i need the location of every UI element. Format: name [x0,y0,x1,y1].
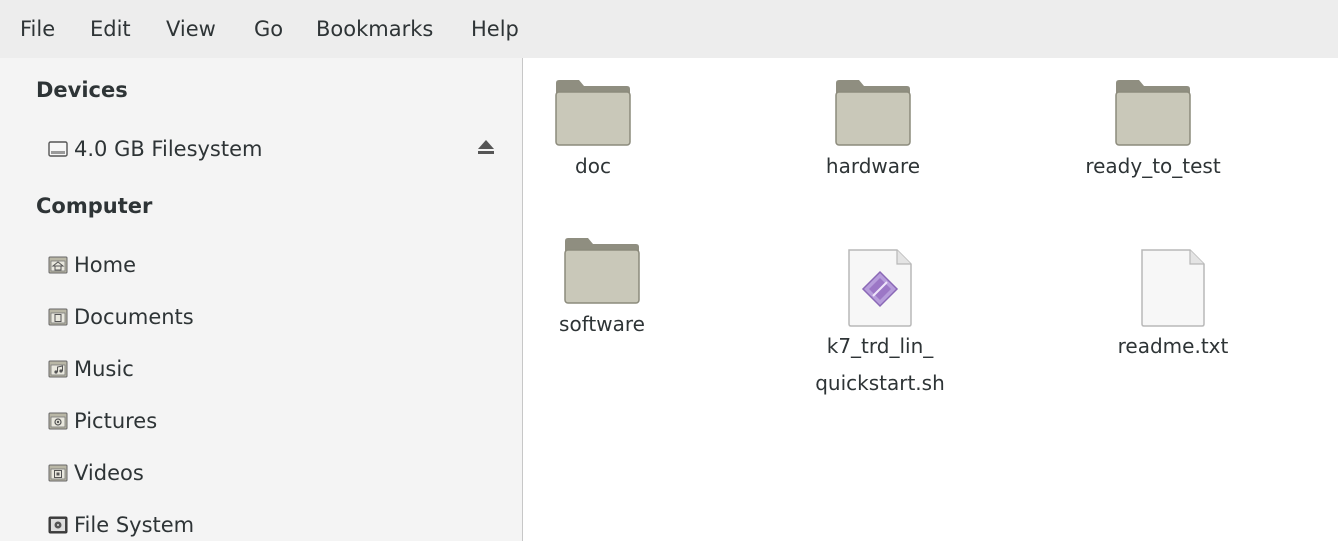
sidebar-item-label: File System [74,513,195,537]
pictures-folder-icon [48,411,68,431]
file-item-k7-trd-lin-quickstart[interactable]: k7_trd_lin_ quickstart.sh [800,248,960,402]
devices-section-title: Devices [36,78,128,102]
sidebar-item-home[interactable]: Home [48,248,136,282]
file-name: doc [575,154,611,178]
home-folder-icon [48,255,68,275]
script-file-icon [848,249,912,327]
sidebar-item-music[interactable]: Music [48,352,134,386]
music-folder-icon [48,359,68,379]
sidebar-item-file-system[interactable]: File System [48,508,194,542]
file-name: hardware [825,154,921,178]
file-item-software[interactable]: software [543,236,661,343]
documents-folder-icon [48,307,68,327]
sidebar-item-label: Home [74,253,137,277]
file-view: doc hardware ready_to_test software k7_t… [523,58,1338,541]
menu-edit[interactable]: Edit [90,17,131,41]
file-item-ready-to-test[interactable]: ready_to_test [1068,78,1238,185]
sidebar-item-pictures[interactable]: Pictures [48,404,157,438]
file-item-doc[interactable]: doc [543,78,643,185]
videos-folder-icon [48,463,68,483]
folder-icon [835,80,911,146]
menu-view[interactable]: View [166,17,216,41]
computer-section-title: Computer [36,194,153,218]
folder-icon [1115,80,1191,146]
menu-bar: File Edit View Go Bookmarks Help [0,0,1338,58]
menu-bookmarks[interactable]: Bookmarks [316,17,433,41]
sidebar-item-videos[interactable]: Videos [48,456,144,490]
menu-help[interactable]: Help [471,17,519,41]
sidebar-item-label: Music [74,357,134,381]
eject-icon[interactable] [476,137,496,157]
file-name: readme.txt [1117,334,1229,358]
file-name-line2: quickstart.sh [815,371,945,395]
folder-icon [555,80,631,146]
text-file-icon [1141,249,1205,327]
sidebar-item-label: Pictures [74,409,158,433]
places-sidebar: Devices 4.0 GB Filesystem Computer Home … [0,58,523,541]
filesystem-icon [48,515,68,535]
folder-icon [564,238,640,304]
sidebar-item-documents[interactable]: Documents [48,300,194,334]
sidebar-item-label: Documents [74,305,194,329]
file-name-line1: k7_trd_lin_ [826,334,934,358]
file-item-readme[interactable]: readme.txt [1103,248,1243,365]
menu-go[interactable]: Go [254,17,283,41]
file-item-hardware[interactable]: hardware [811,78,935,185]
sidebar-item-label: 4.0 GB Filesystem [74,137,263,161]
drive-icon [48,139,68,159]
sidebar-item-filesystem-4gb[interactable]: 4.0 GB Filesystem [48,132,263,166]
sidebar-item-label: Videos [74,461,144,485]
file-name: ready_to_test [1085,154,1221,178]
menu-file[interactable]: File [20,17,55,41]
file-name: software [559,312,645,336]
